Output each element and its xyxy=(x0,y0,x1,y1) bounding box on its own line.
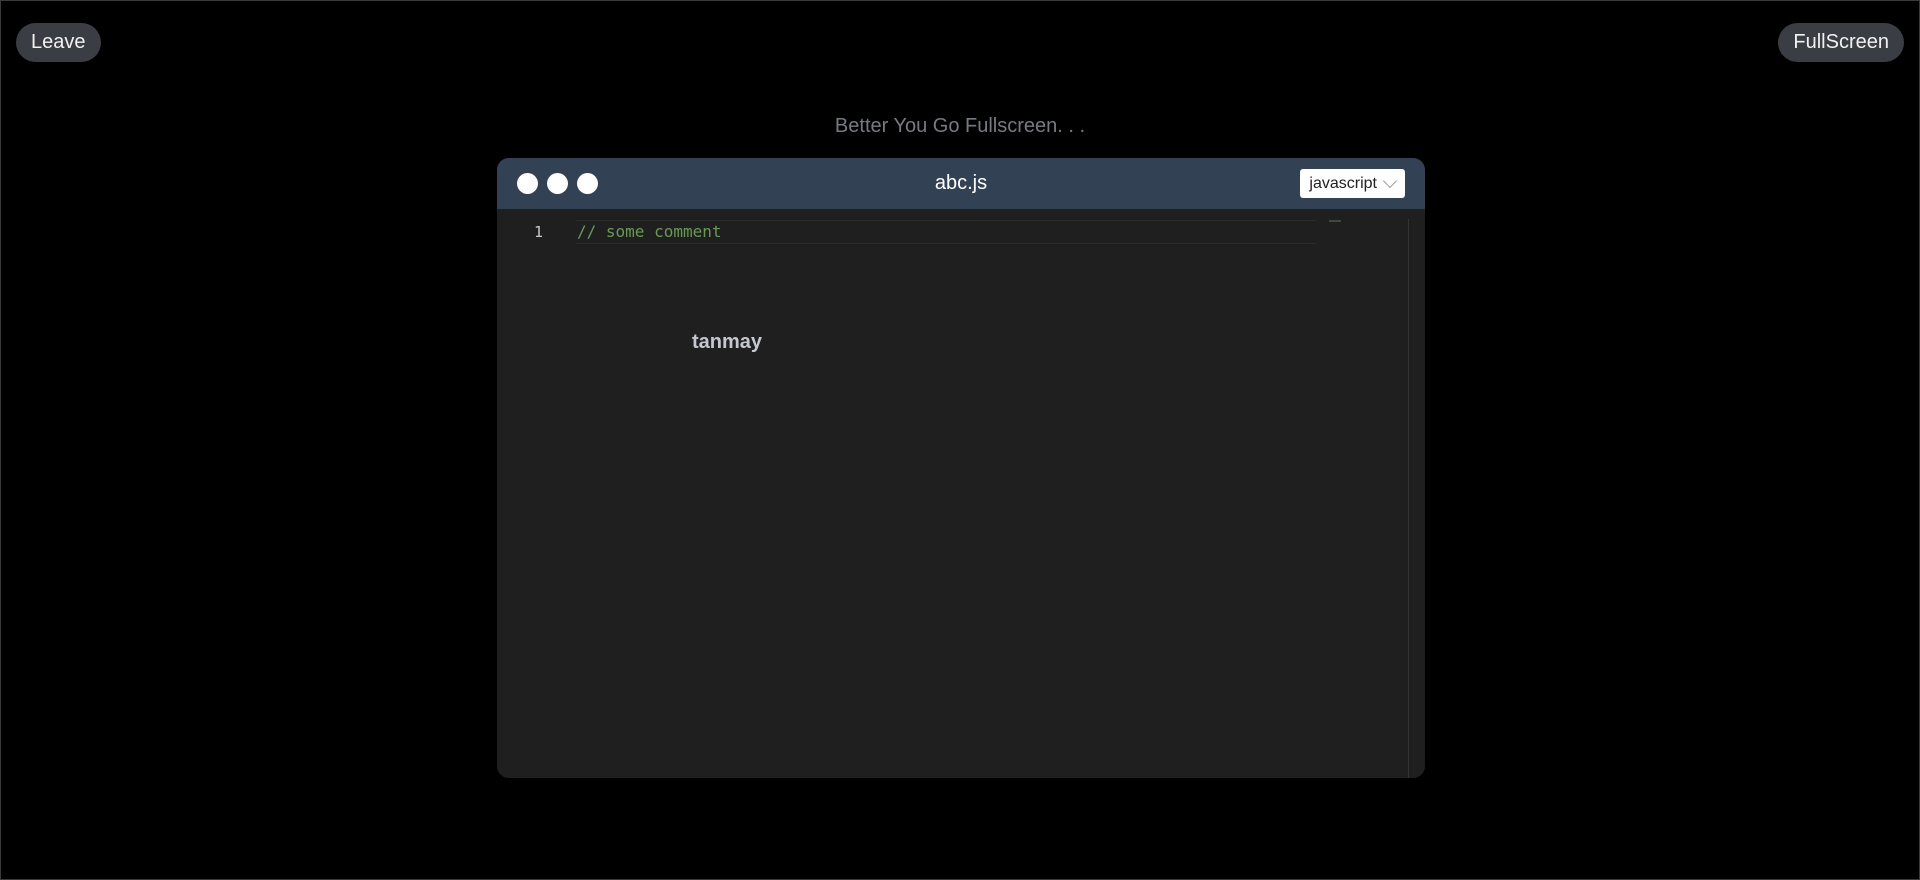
fullscreen-hint: Better You Go Fullscreen. . . xyxy=(834,115,1086,137)
editor-window: abc.js javascript 1 // some comment tanm… xyxy=(497,158,1425,778)
vertical-scrollbar[interactable] xyxy=(1408,219,1425,778)
line-number: 1 xyxy=(534,223,544,241)
code-line[interactable]: // some comment xyxy=(577,222,722,241)
language-select[interactable]: javascript xyxy=(1300,169,1405,198)
leave-button[interactable]: Leave xyxy=(16,23,101,62)
fullscreen-button[interactable]: FullScreen xyxy=(1778,23,1904,62)
chevron-down-icon xyxy=(1382,173,1398,189)
app-page: Leave FullScreen Better You Go Fullscree… xyxy=(0,0,1920,880)
minimap[interactable] xyxy=(1329,220,1341,222)
collaborator-cursor-label: tanmay xyxy=(692,331,763,353)
language-select-value: javascript xyxy=(1309,175,1377,192)
editor-titlebar: abc.js javascript xyxy=(497,158,1425,209)
file-name: abc.js xyxy=(934,172,988,194)
code-editor[interactable]: 1 // some comment tanmay xyxy=(497,209,1425,778)
